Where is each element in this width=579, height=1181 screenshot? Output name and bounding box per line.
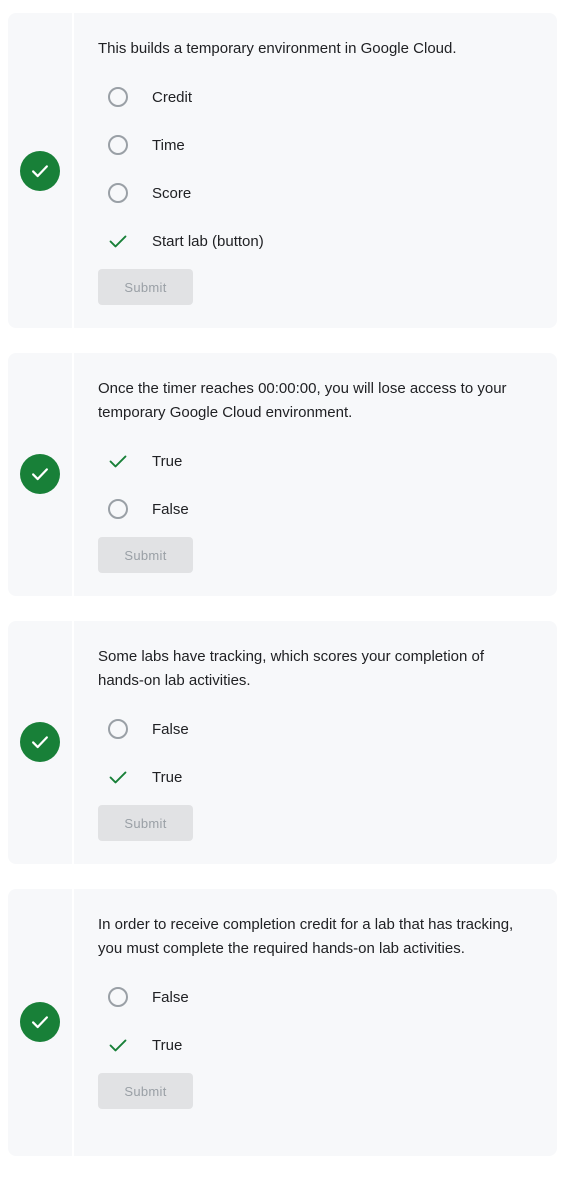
radio-button[interactable] xyxy=(108,719,128,739)
option-label: False xyxy=(152,988,189,1006)
submit-button[interactable]: Submit xyxy=(98,269,193,305)
status-rail xyxy=(8,621,74,864)
check-circle-icon xyxy=(20,151,60,191)
answer-option-correct[interactable]: True xyxy=(98,753,529,801)
option-label: True xyxy=(152,768,183,786)
check-circle-icon xyxy=(20,1002,60,1042)
status-rail xyxy=(8,353,74,596)
answer-option[interactable]: False xyxy=(98,485,529,533)
status-rail xyxy=(8,889,74,1156)
option-label: True xyxy=(152,452,183,470)
answer-options: True False xyxy=(98,437,529,533)
option-label: False xyxy=(152,500,189,518)
check-circle-icon xyxy=(20,454,60,494)
checkmark-icon xyxy=(108,767,128,787)
question-card: In order to receive completion credit fo… xyxy=(8,889,557,1156)
answer-option[interactable]: Score xyxy=(98,169,529,217)
answer-option[interactable]: Time xyxy=(98,121,529,169)
answer-option-correct[interactable]: True xyxy=(98,437,529,485)
question-text: This builds a temporary environment in G… xyxy=(98,40,457,57)
question-text: Once the timer reaches 00:00:00, you wil… xyxy=(98,380,507,421)
answer-options: False True xyxy=(98,973,529,1069)
option-label: Score xyxy=(152,184,192,202)
submit-button[interactable]: Submit xyxy=(98,1073,193,1109)
radio-button[interactable] xyxy=(108,499,128,519)
question-text: Some labs have tracking, which scores yo… xyxy=(98,648,485,689)
option-label: Time xyxy=(152,136,185,154)
quiz-container: This builds a temporary environment in G… xyxy=(0,0,579,1181)
status-rail xyxy=(8,13,74,328)
question-card: Some labs have tracking, which scores yo… xyxy=(8,621,557,864)
question-card: Once the timer reaches 00:00:00, you wil… xyxy=(8,353,557,596)
radio-button[interactable] xyxy=(108,183,128,203)
submit-button[interactable]: Submit xyxy=(98,805,193,841)
check-circle-icon xyxy=(20,722,60,762)
checkmark-icon xyxy=(108,451,128,471)
option-label: False xyxy=(152,720,189,738)
answer-option-correct[interactable]: Start lab (button) xyxy=(98,217,529,265)
question-text: In order to receive completion credit fo… xyxy=(98,916,514,957)
answer-option[interactable]: False xyxy=(98,705,529,753)
answer-option-correct[interactable]: True xyxy=(98,1021,529,1069)
submit-button[interactable]: Submit xyxy=(98,537,193,573)
question-card: This builds a temporary environment in G… xyxy=(8,13,557,328)
radio-button[interactable] xyxy=(108,135,128,155)
answer-option[interactable]: False xyxy=(98,973,529,1021)
answer-options: False True xyxy=(98,705,529,801)
answer-option[interactable]: Credit xyxy=(98,73,529,121)
radio-button[interactable] xyxy=(108,987,128,1007)
option-label: True xyxy=(152,1036,183,1054)
radio-button[interactable] xyxy=(108,87,128,107)
option-label: Credit xyxy=(152,88,193,106)
option-label: Start lab (button) xyxy=(152,232,264,250)
checkmark-icon xyxy=(108,1035,128,1055)
checkmark-icon xyxy=(108,231,128,251)
answer-options: Credit Time Score Start lab (button) xyxy=(98,73,529,265)
